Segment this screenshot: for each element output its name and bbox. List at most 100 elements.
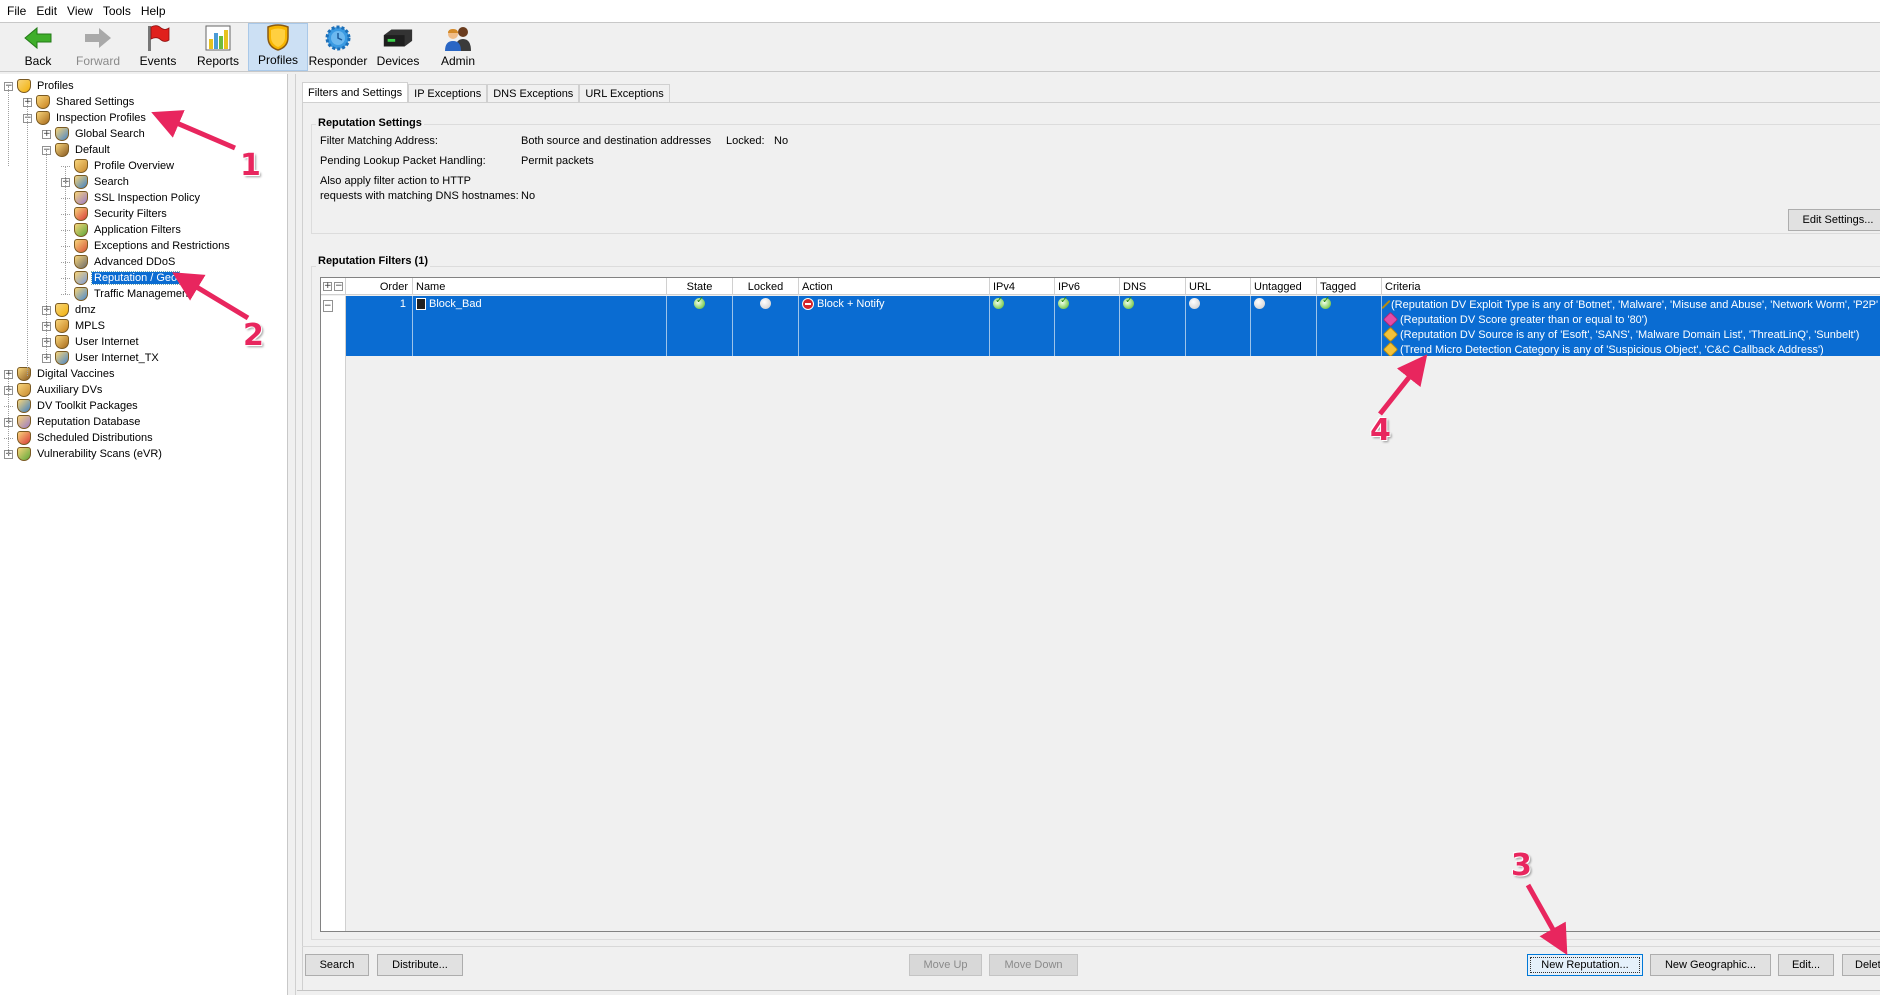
tree-item-shared-settings[interactable]: + Shared Settings bbox=[23, 94, 136, 110]
row-collapse-toggle[interactable]: − bbox=[321, 296, 346, 356]
column-ipv4[interactable]: IPv4 bbox=[990, 278, 1055, 295]
tree-item-application-filters[interactable]: Application Filters bbox=[61, 222, 183, 238]
tree-item-exceptions-and-restrictions[interactable]: Exceptions and Restrictions bbox=[61, 238, 232, 254]
tree-item-default[interactable]: − Default bbox=[42, 142, 112, 158]
tree-item-mpls[interactable]: + MPLS bbox=[42, 318, 107, 334]
tree-item-label: dmz bbox=[75, 304, 96, 316]
tab-dns-exceptions[interactable]: DNS Exceptions bbox=[487, 84, 580, 102]
table-row[interactable]: − 1 Block_Bad Block + Notify (Reputation… bbox=[321, 295, 1880, 356]
criteria-line: (Reputation DV Source is any of 'Esoft',… bbox=[1382, 326, 1878, 343]
column-url[interactable]: URL bbox=[1186, 278, 1251, 295]
tree-item-ssl-inspection-policy[interactable]: SSL Inspection Policy bbox=[61, 190, 202, 206]
devices-button[interactable]: Devices bbox=[368, 23, 428, 71]
column-tagged[interactable]: Tagged bbox=[1317, 278, 1382, 295]
separator bbox=[302, 946, 1880, 947]
yellow-tag-icon bbox=[1382, 326, 1399, 343]
tab-filters-and-settings[interactable]: Filters and Settings bbox=[302, 82, 409, 102]
tree-item-profile-overview[interactable]: Profile Overview bbox=[61, 158, 176, 174]
menu-help[interactable]: Help bbox=[136, 4, 171, 18]
admin-button[interactable]: Admin bbox=[428, 23, 488, 71]
tree-item-search[interactable]: + Search bbox=[61, 174, 131, 190]
tree-item-label: MPLS bbox=[75, 320, 105, 332]
tree-item-scheduled-distributions[interactable]: Scheduled Distributions bbox=[4, 430, 155, 446]
events-button[interactable]: Events bbox=[128, 23, 188, 71]
responder-gear-icon bbox=[322, 24, 354, 52]
menu-view[interactable]: View bbox=[62, 4, 98, 18]
tree-guide-line bbox=[8, 374, 9, 454]
edit-settings-button[interactable]: Edit Settings... bbox=[1788, 209, 1880, 231]
cell-locked bbox=[733, 296, 799, 356]
new-reputation-button[interactable]: New Reputation... bbox=[1527, 954, 1643, 976]
column-untagged[interactable]: Untagged bbox=[1251, 278, 1317, 295]
tree-item-reputation-database[interactable]: + Reputation Database bbox=[4, 414, 142, 430]
tree-item-digital-vaccines[interactable]: + Digital Vaccines bbox=[4, 366, 116, 382]
tree-node-icon bbox=[17, 399, 31, 413]
status-bar bbox=[297, 990, 1880, 995]
events-flag-icon bbox=[142, 24, 174, 52]
tree-item-profiles[interactable]: − Profiles bbox=[4, 78, 76, 94]
tree-node-icon bbox=[74, 223, 88, 237]
collapse-row-icon[interactable]: − bbox=[323, 300, 333, 312]
expand-collapse-all[interactable]: + − bbox=[321, 278, 346, 295]
tree-item-advanced-ddos[interactable]: Advanced DDoS bbox=[61, 254, 177, 270]
tree-item-user-internet[interactable]: + User Internet bbox=[42, 334, 141, 350]
reputation-filters-title: Reputation Filters (1) bbox=[316, 255, 431, 267]
tree-item-inspection-profiles[interactable]: − Inspection Profiles bbox=[23, 110, 148, 126]
column-locked[interactable]: Locked bbox=[733, 278, 799, 295]
tree-item-label: Default bbox=[75, 144, 110, 156]
tree-item-security-filters[interactable]: Security Filters bbox=[61, 206, 169, 222]
yellow-tag-icon bbox=[1382, 341, 1399, 356]
column-dns[interactable]: DNS bbox=[1120, 278, 1186, 295]
dns-enabled-icon bbox=[1123, 295, 1134, 309]
tree-item-reputation-geo[interactable]: Reputation / Geo bbox=[61, 270, 181, 286]
distribute-button[interactable]: Distribute... bbox=[377, 954, 463, 976]
reports-button[interactable]: Reports bbox=[188, 23, 248, 71]
column-action[interactable]: Action bbox=[799, 278, 990, 295]
tree-item-user-internet-tx[interactable]: + User Internet_TX bbox=[42, 350, 161, 366]
criteria-line: (Reputation DV Score greater than or equ… bbox=[1382, 311, 1878, 328]
tree-node-icon bbox=[55, 143, 69, 157]
search-button[interactable]: Search bbox=[305, 954, 369, 976]
menu-tools[interactable]: Tools bbox=[98, 4, 136, 18]
state-enabled-icon bbox=[694, 295, 705, 309]
tab-ip-exceptions[interactable]: IP Exceptions bbox=[408, 84, 488, 102]
tree-item-label: Global Search bbox=[75, 128, 145, 140]
table-header: + − Order Name State Locked Action IPv4 … bbox=[321, 278, 1880, 295]
devices-appliance-icon bbox=[382, 24, 414, 52]
tree-item-dmz[interactable]: + dmz bbox=[42, 302, 98, 318]
column-name[interactable]: Name bbox=[413, 278, 667, 295]
move-up-button[interactable]: Move Up bbox=[909, 954, 982, 976]
filter-doc-icon bbox=[416, 298, 426, 311]
profiles-shield-icon bbox=[262, 23, 294, 51]
delete-button[interactable]: Delete bbox=[1842, 954, 1880, 976]
responder-button[interactable]: Responder bbox=[308, 23, 368, 71]
tree-item-traffic-management[interactable]: Traffic Management bbox=[61, 286, 193, 302]
tree-item-global-search[interactable]: + Global Search bbox=[42, 126, 147, 142]
collapse-all-icon[interactable]: − bbox=[334, 282, 343, 291]
ipv4-enabled-icon bbox=[993, 295, 1004, 309]
column-criteria[interactable]: Criteria bbox=[1382, 278, 1880, 295]
column-ipv6[interactable]: IPv6 bbox=[1055, 278, 1120, 295]
reports-chart-icon bbox=[202, 24, 234, 52]
expand-icon[interactable]: + bbox=[42, 129, 51, 139]
admin-users-icon bbox=[442, 24, 474, 52]
tree-item-label: Inspection Profiles bbox=[56, 112, 146, 124]
tree-item-vulnerability-scans-evr[interactable]: + Vulnerability Scans (eVR) bbox=[4, 446, 164, 462]
column-state[interactable]: State bbox=[667, 278, 733, 295]
new-geographic-button[interactable]: New Geographic... bbox=[1650, 954, 1771, 976]
expand-all-icon[interactable]: + bbox=[323, 282, 332, 291]
back-button[interactable]: Back bbox=[8, 23, 68, 71]
cell-name: Block_Bad bbox=[413, 296, 667, 356]
tab-url-exceptions[interactable]: URL Exceptions bbox=[579, 84, 670, 102]
menu-file[interactable]: File bbox=[2, 4, 31, 18]
menu-edit[interactable]: Edit bbox=[31, 4, 62, 18]
move-down-button[interactable]: Move Down bbox=[989, 954, 1078, 976]
forward-button[interactable]: Forward bbox=[68, 23, 128, 71]
column-order[interactable]: Order bbox=[346, 278, 413, 295]
tree-node-icon bbox=[74, 159, 88, 173]
tree-item-dv-toolkit-packages[interactable]: DV Toolkit Packages bbox=[4, 398, 140, 414]
edit-button[interactable]: Edit... bbox=[1778, 954, 1834, 976]
profiles-button[interactable]: Profiles bbox=[248, 23, 308, 71]
tree-item-label: Security Filters bbox=[94, 208, 167, 220]
tree-item-auxiliary-dvs[interactable]: + Auxiliary DVs bbox=[4, 382, 104, 398]
